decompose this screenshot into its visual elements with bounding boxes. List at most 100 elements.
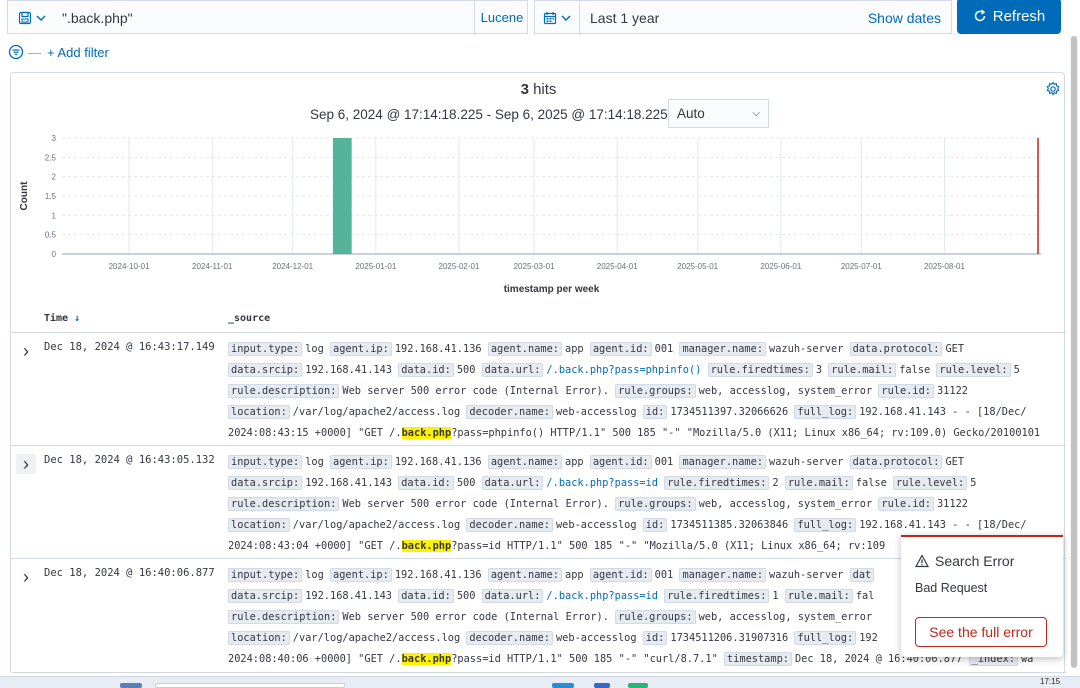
source-column-header: _source bbox=[228, 313, 271, 324]
field-key: rule.description: bbox=[228, 610, 340, 624]
expand-row-icon[interactable]: › bbox=[16, 567, 36, 587]
field-value: Web server 500 error code (Internal Erro… bbox=[342, 498, 609, 510]
field-value: 192 bbox=[859, 632, 878, 644]
field-key: location: bbox=[228, 405, 290, 419]
field-value: 500 bbox=[456, 590, 476, 602]
field-value: GET bbox=[945, 456, 965, 468]
taskbar-clock: 17:15 bbox=[1040, 677, 1061, 686]
field-key: decoder.name: bbox=[466, 631, 553, 645]
filter-separator: — bbox=[28, 44, 41, 60]
field-key: dat bbox=[849, 568, 875, 582]
field-value: 31122 bbox=[936, 498, 968, 510]
filter-bar: — + Add filter bbox=[8, 42, 109, 62]
histogram-bar bbox=[332, 138, 352, 254]
field-value: log bbox=[305, 343, 324, 355]
y-tick-label: 2.5 bbox=[45, 153, 57, 162]
y-tick-label: 1.5 bbox=[45, 192, 57, 201]
field-value: false bbox=[855, 477, 887, 489]
field-value: /.back.php?pass=id bbox=[546, 590, 659, 602]
query-bar: ".back.php" Lucene Last 1 year Show date… bbox=[0, 0, 1080, 40]
field-key: rule.id: bbox=[878, 384, 934, 398]
field-value: web, accesslog, system_error bbox=[698, 385, 873, 397]
taskbar-app[interactable] bbox=[628, 683, 648, 688]
taskbar-app[interactable] bbox=[120, 683, 142, 688]
field-value: 192.168.41.136 bbox=[394, 456, 482, 468]
field-value: 5 bbox=[1013, 364, 1020, 376]
y-tick-label: 0.5 bbox=[45, 231, 57, 240]
field-value: 192.168.41.143 bbox=[305, 364, 392, 376]
field-key: rule.level: bbox=[893, 476, 968, 490]
search-highlight: back.php bbox=[401, 427, 452, 439]
y-axis-title: Count bbox=[19, 181, 30, 211]
field-key: rule.firedtimes: bbox=[664, 476, 770, 490]
gear-icon[interactable] bbox=[1045, 81, 1061, 97]
time-column-header[interactable]: Time ↓ bbox=[44, 313, 80, 324]
field-key: data.srcip: bbox=[228, 589, 303, 603]
histogram-chart: 0 0.5 1 1.5 2 2.5 3 2024-10-01 2024-11-01 2024-12… bbox=[19, 134, 1041, 295]
field-value: 500 bbox=[456, 364, 476, 376]
taskbar-app[interactable] bbox=[552, 683, 574, 688]
field-value: 001 bbox=[654, 343, 674, 355]
field-value: 2 bbox=[772, 477, 779, 489]
field-key: rule.firedtimes: bbox=[707, 363, 813, 377]
field-key: data.srcip: bbox=[228, 476, 303, 490]
search-input[interactable]: ".back.php" bbox=[62, 1, 133, 35]
sort-desc-icon[interactable]: ↓ bbox=[74, 313, 80, 324]
saved-query-icon bbox=[18, 11, 32, 25]
field-value: fal bbox=[855, 590, 875, 602]
chevron-down-icon: ⌵ bbox=[752, 108, 760, 119]
field-key: rule.level: bbox=[936, 363, 1011, 377]
field-value: 192.168.41.136 bbox=[394, 569, 482, 581]
search-highlight: back.php bbox=[401, 540, 452, 552]
calendar-icon bbox=[543, 12, 557, 25]
field-key: rule.mail: bbox=[784, 589, 853, 603]
field-key: agent.ip: bbox=[330, 568, 392, 582]
field-value: log bbox=[305, 569, 324, 581]
taskbar-app[interactable] bbox=[594, 683, 610, 688]
log-text: ?pass=id HTTP/1.1" 500 185 "-" "curl/8.7… bbox=[451, 653, 718, 665]
field-key: rule.description: bbox=[228, 497, 340, 511]
x-tick-label: 2025-07-01 bbox=[841, 262, 882, 271]
field-value: log bbox=[305, 456, 324, 468]
field-key: data.srcip: bbox=[228, 363, 303, 377]
expand-row-icon[interactable]: › bbox=[16, 341, 36, 361]
field-key: rule.mail: bbox=[828, 363, 897, 377]
field-value: 192.168.41.143 bbox=[305, 590, 392, 602]
interval-select[interactable]: Auto ⌵ bbox=[668, 99, 769, 128]
source-line: input.type: log agent.ip: 192.168.41.136 a… bbox=[228, 452, 1066, 473]
expand-row-icon[interactable]: › bbox=[16, 454, 36, 474]
field-key: rule.firedtimes: bbox=[664, 589, 770, 603]
field-key: rule.mail: bbox=[784, 476, 853, 490]
field-key: rule.groups: bbox=[615, 384, 696, 398]
query-language-button[interactable]: Lucene bbox=[474, 1, 529, 35]
field-key: id: bbox=[642, 405, 668, 419]
quick-select-button[interactable] bbox=[535, 1, 580, 35]
field-key: agent.id: bbox=[589, 342, 652, 356]
x-tick-label: 2025-08-01 bbox=[924, 262, 965, 271]
show-dates-link[interactable]: Show dates bbox=[868, 1, 941, 35]
x-tick-label: 2025-01-01 bbox=[355, 262, 396, 271]
scrollbar-thumb[interactable] bbox=[1071, 36, 1077, 668]
x-tick-label: 2025-05-01 bbox=[677, 262, 718, 271]
refresh-button[interactable]: Refresh bbox=[957, 0, 1061, 34]
saved-query-button[interactable] bbox=[8, 1, 56, 35]
x-tick-label: 2025-06-01 bbox=[760, 262, 801, 271]
x-axis-title: timestamp per week bbox=[504, 284, 600, 295]
warning-icon bbox=[915, 554, 929, 568]
log-text: 2024:08:43:04 +0000] "GET /. bbox=[228, 540, 402, 552]
chevron-down-icon bbox=[36, 15, 46, 21]
filter-menu-icon[interactable] bbox=[8, 44, 24, 60]
see-full-error-button[interactable]: See the full error bbox=[915, 617, 1047, 647]
y-tick-label: 0 bbox=[52, 250, 57, 259]
field-value: Web server 500 error code (Internal Erro… bbox=[342, 611, 609, 623]
field-key: decoder.name: bbox=[466, 405, 553, 419]
time-range-display[interactable]: Last 1 year bbox=[590, 1, 659, 35]
refresh-label: Refresh bbox=[992, 7, 1046, 25]
field-value: app bbox=[565, 456, 584, 468]
field-value: web-accesslog bbox=[555, 632, 637, 644]
field-key: manager.name: bbox=[679, 342, 767, 356]
search-highlight: back.php bbox=[401, 653, 452, 665]
add-filter-button[interactable]: + Add filter bbox=[47, 45, 109, 60]
field-key: manager.name: bbox=[679, 568, 767, 582]
taskbar-search-box[interactable] bbox=[155, 683, 345, 688]
